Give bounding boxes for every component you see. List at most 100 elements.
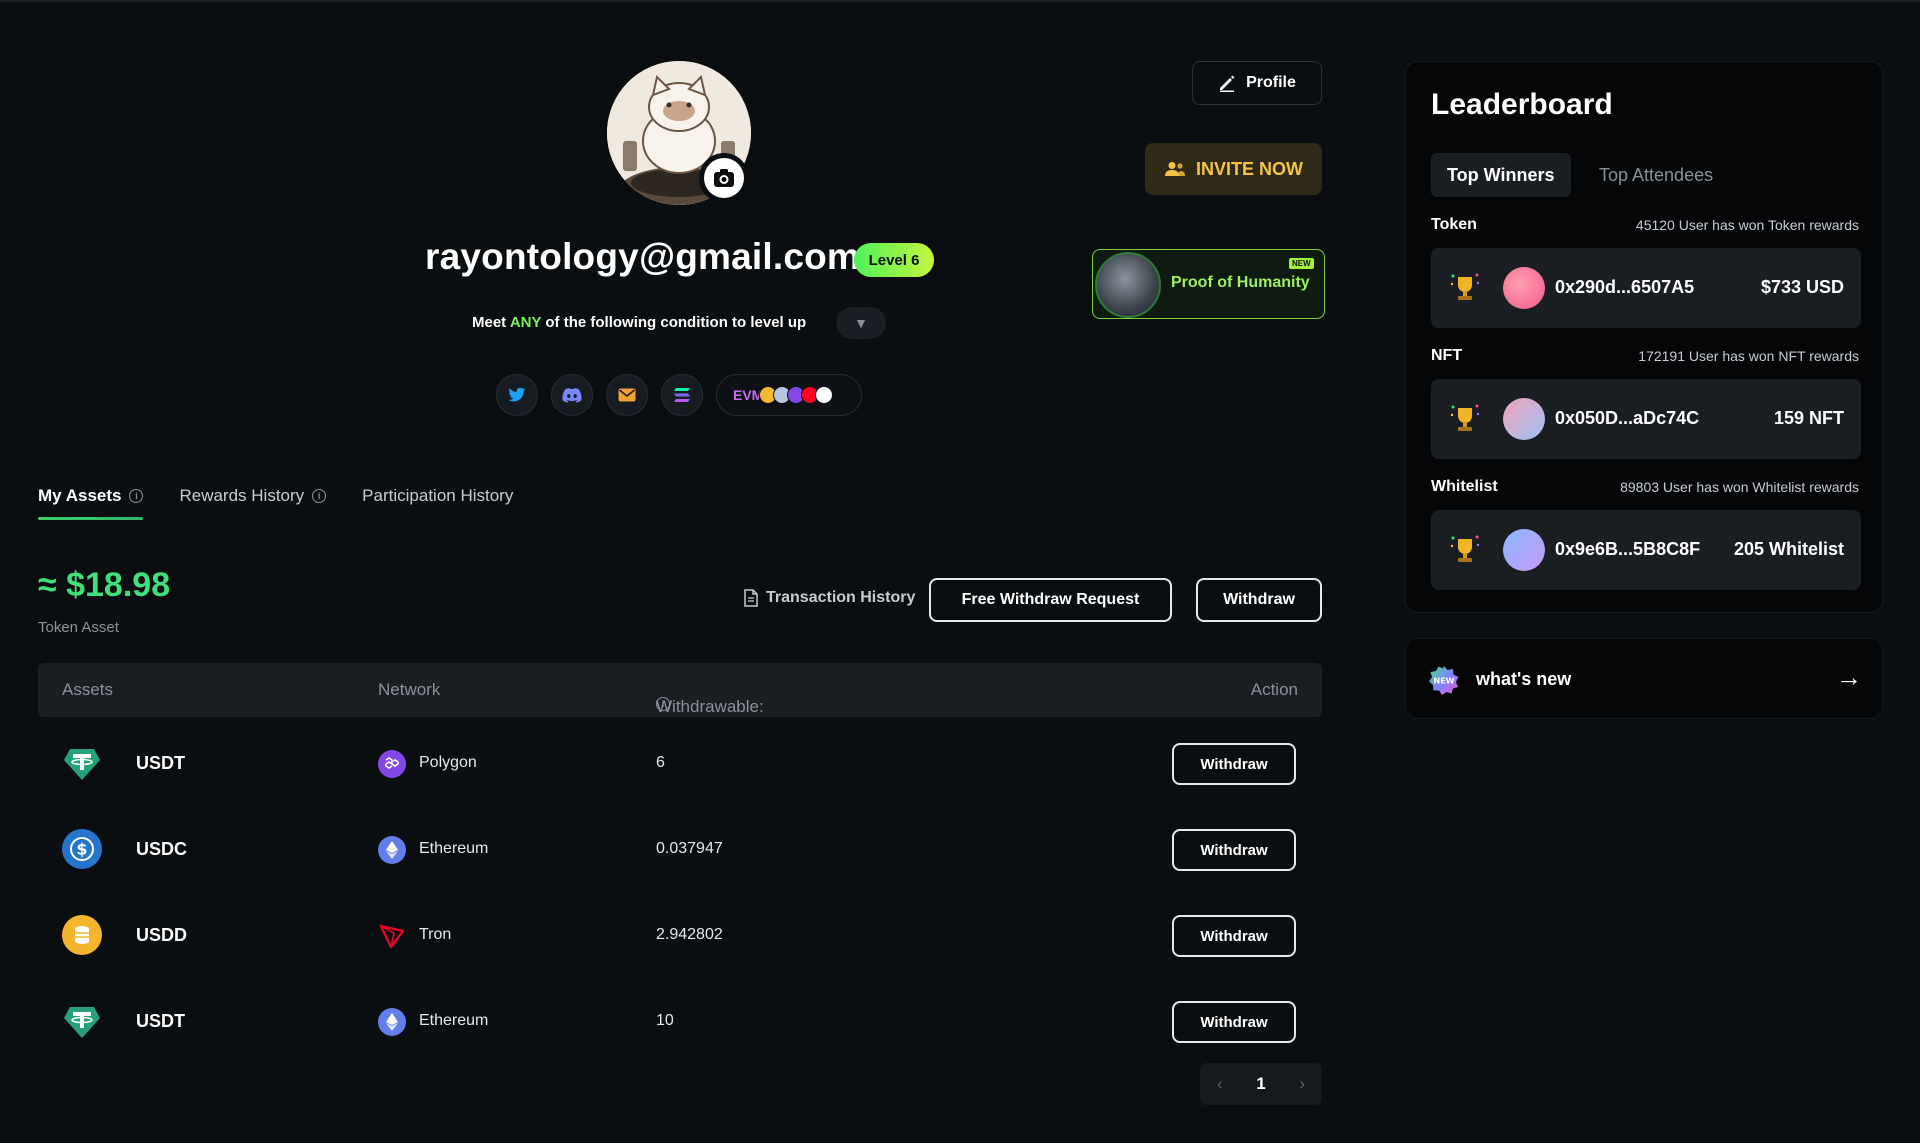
table-row: $ USDC Ethereum 0.037947 Withdraw — [38, 806, 1322, 892]
withdraw-button[interactable]: Withdraw — [1172, 829, 1296, 871]
tron-icon — [378, 922, 406, 950]
next-page-icon[interactable]: › — [1299, 1074, 1305, 1094]
levelup-condition-text: Meet ANY of the following condition to l… — [472, 314, 806, 331]
previous-page-icon[interactable]: ‹ — [1217, 1074, 1223, 1094]
withdraw-button[interactable]: Withdraw — [1172, 915, 1296, 957]
network-name: Polygon — [419, 754, 477, 771]
invite-now-button[interactable]: INVITE NOW — [1145, 143, 1322, 195]
trophy-icon — [1443, 528, 1487, 572]
tab-my-assets-label: My Assets — [38, 486, 122, 505]
withdrawable-amount: 10 — [656, 1012, 674, 1029]
assets-tabs: My Assets i Rewards History i Participat… — [38, 486, 513, 520]
twitter-button[interactable] — [496, 374, 538, 416]
pencil-icon — [1220, 75, 1235, 92]
document-icon — [744, 589, 758, 607]
current-page[interactable]: 1 — [1256, 1074, 1265, 1094]
tab-top-attendees[interactable]: Top Attendees — [1583, 153, 1729, 197]
table-row: USDT Polygon 6 Withdraw — [38, 720, 1322, 806]
levelup-suffix: of the following condition to level up — [545, 314, 807, 331]
free-withdraw-request-button[interactable]: Free Withdraw Request — [929, 578, 1172, 622]
wallet-avatar — [1503, 267, 1545, 309]
tab-rewards-history[interactable]: Rewards History i — [179, 486, 327, 520]
whats-new-badge: NEW — [1434, 677, 1455, 686]
reward-amount: 205 Whitelist — [1733, 539, 1844, 559]
trophy-icon — [1443, 397, 1487, 441]
twitter-icon — [508, 387, 526, 402]
more-chains-icon — [815, 386, 834, 404]
tether-icon — [62, 1001, 102, 1041]
email-button[interactable] — [606, 374, 648, 416]
transaction-history-link[interactable]: Transaction History — [744, 589, 915, 607]
token-asset-label: Token Asset — [38, 619, 119, 636]
network-name: Ethereum — [419, 1012, 489, 1029]
table-row: USDD Tron 2.942802 Withdraw — [38, 892, 1322, 978]
levelup-prefix: Meet — [472, 314, 507, 331]
asset-name: USDC — [136, 839, 188, 859]
section-desc-nft: 172191 User has won NFT rewards — [1638, 348, 1859, 364]
header-withdrawable-label: Withdrawable: — [656, 697, 764, 716]
edit-profile-button[interactable]: Profile — [1192, 61, 1322, 105]
reward-amount: $733 USD — [1760, 277, 1844, 297]
proof-of-humanity-card[interactable]: Proof of Humanity NEW — [1092, 249, 1325, 319]
poh-avatar — [1095, 252, 1161, 318]
header-network: Network — [378, 680, 441, 699]
token-asset-balance: ≈ $18.98 — [38, 566, 171, 604]
withdraw-button[interactable]: Withdraw — [1172, 1001, 1296, 1043]
table-row: USDT Ethereum 10 Withdraw — [38, 978, 1322, 1064]
whats-new-panel[interactable]: NEW what's new → — [1405, 638, 1883, 719]
reward-amount: 159 NFT — [1773, 408, 1844, 428]
tab-participation-history[interactable]: Participation History — [362, 486, 513, 520]
leaderboard-card-whitelist[interactable]: 0x9e6B...5B8C8F 205 Whitelist — [1431, 510, 1861, 590]
tab-my-assets[interactable]: My Assets i — [38, 486, 144, 520]
solana-icon — [674, 388, 690, 402]
solana-button[interactable] — [661, 374, 703, 416]
arrow-right-icon[interactable]: → — [1836, 662, 1862, 693]
trophy-icon — [1443, 266, 1487, 310]
leaderboard-title: Leaderboard — [1431, 88, 1613, 121]
info-icon[interactable]: i — [129, 489, 144, 503]
whats-new-label: what's new — [1476, 669, 1572, 689]
assets-table-header: Assets Network Withdrawable: i Action — [38, 663, 1322, 717]
edit-profile-label: Profile — [1246, 74, 1296, 91]
leaderboard-card-nft[interactable]: 0x050D...aDc74C 159 NFT — [1431, 379, 1861, 459]
asset-name: USDD — [136, 925, 188, 945]
tab-top-winners[interactable]: Top Winners — [1431, 153, 1571, 197]
wallet-address: 0x290d...6507A5 — [1555, 277, 1695, 297]
leaderboard-card-token[interactable]: 0x290d...6507A5 $733 USD — [1431, 248, 1861, 328]
change-avatar-button[interactable] — [699, 153, 749, 203]
tab-participation-history-label: Participation History — [362, 486, 514, 505]
asset-name: USDT — [136, 1011, 185, 1031]
discord-icon — [562, 387, 582, 403]
new-badge: NEW — [1289, 258, 1314, 269]
levelup-expand-button[interactable]: ▼ — [836, 307, 886, 339]
withdrawable-amount: 6 — [656, 754, 665, 771]
level-badge: Level 6 — [854, 243, 934, 277]
discord-button[interactable] — [551, 374, 593, 416]
leaderboard-panel: Leaderboard Top Winners Top Attendees To… — [1405, 61, 1883, 613]
withdrawable-amount: 0.037947 — [656, 840, 723, 857]
ethereum-icon — [378, 836, 406, 864]
network-name: Tron — [419, 926, 452, 943]
proof-of-humanity-label: Proof of Humanity — [1171, 274, 1310, 291]
user-center-page: Profile INVITE NOW Proof of Humanity NEW… — [0, 0, 1920, 1143]
new-badge-icon: NEW — [1429, 666, 1459, 695]
asset-name: USDT — [136, 753, 185, 773]
section-title-nft: NFT — [1431, 347, 1463, 364]
network-name: Ethereum — [419, 840, 489, 857]
invite-now-label: INVITE NOW — [1196, 158, 1303, 179]
caret-down-icon: ▼ — [854, 315, 868, 331]
email-icon — [618, 388, 636, 402]
pagination: ‹ 1 › — [1200, 1063, 1322, 1105]
wallet-address: 0x9e6B...5B8C8F — [1555, 539, 1701, 559]
info-icon[interactable]: i — [312, 489, 327, 503]
tether-icon — [62, 743, 102, 783]
withdraw-all-button[interactable]: Withdraw — [1196, 578, 1322, 622]
evm-wallets-button[interactable]: EVM — [716, 374, 862, 416]
withdrawable-amount: 2.942802 — [656, 926, 723, 943]
withdraw-button[interactable]: Withdraw — [1172, 743, 1296, 785]
header-action: Action — [1250, 680, 1298, 699]
ethereum-icon — [378, 1008, 406, 1036]
info-icon[interactable]: i — [656, 697, 670, 711]
levelup-highlight: ANY — [509, 314, 542, 331]
usdd-icon — [62, 915, 102, 955]
